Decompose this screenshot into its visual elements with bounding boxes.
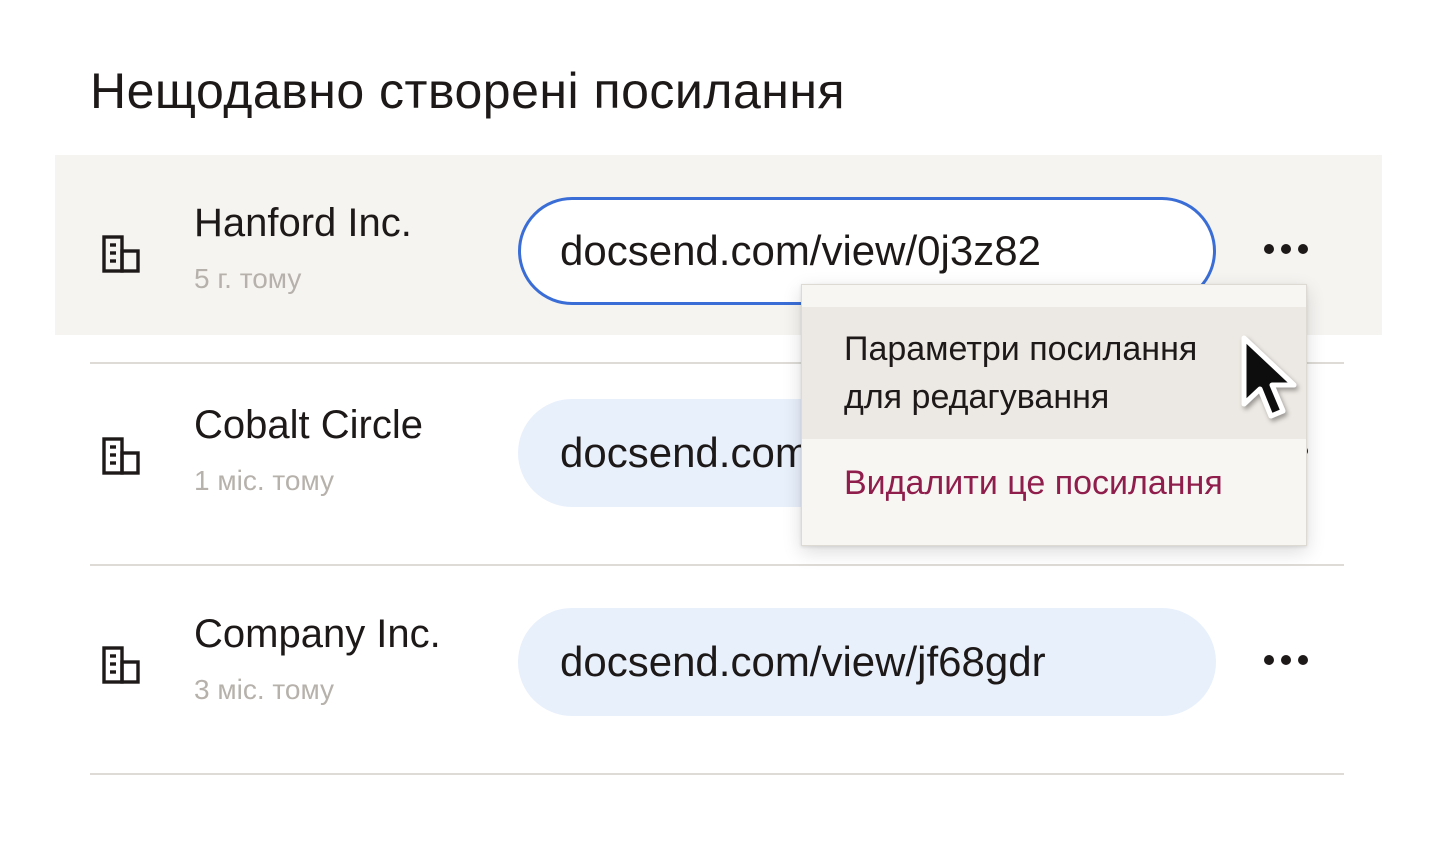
page-title: Нещодавно створені посилання (90, 63, 846, 119)
more-dot-icon (1298, 244, 1308, 254)
row-divider (90, 773, 1344, 775)
more-dot-icon (1298, 655, 1308, 665)
building-icon (102, 646, 140, 684)
building-icon (102, 235, 140, 273)
link-options-menu: Параметри посилання для редагування Вида… (801, 284, 1307, 546)
link-timestamp: 5 г. тому (194, 263, 302, 294)
more-options-button[interactable] (1258, 235, 1314, 263)
link-url-field[interactable]: docsend.com/view/jf68gdr (518, 608, 1216, 716)
building-icon (102, 437, 140, 475)
more-dot-icon (1281, 655, 1291, 665)
company-name: Hanford Inc. (194, 201, 412, 245)
more-dot-icon (1281, 244, 1291, 254)
company-name: Cobalt Circle (194, 403, 423, 447)
link-row-company[interactable]: Company Inc. 3 міс. тому docsend.com/vie… (90, 566, 1344, 775)
menu-item-delete-link[interactable]: Видалити це посилання (802, 459, 1306, 511)
more-dot-icon (1264, 244, 1274, 254)
menu-item-edit-link-settings[interactable]: Параметри посилання для редагування (802, 307, 1306, 439)
link-timestamp: 1 міс. тому (194, 465, 335, 496)
mouse-pointer-icon (1241, 335, 1297, 419)
link-timestamp: 3 міс. тому (194, 674, 335, 705)
more-options-button[interactable] (1258, 646, 1314, 674)
company-name: Company Inc. (194, 612, 441, 656)
recent-links-page: Нещодавно створені посилання Hanford Inc… (0, 0, 1440, 866)
more-dot-icon (1264, 655, 1274, 665)
